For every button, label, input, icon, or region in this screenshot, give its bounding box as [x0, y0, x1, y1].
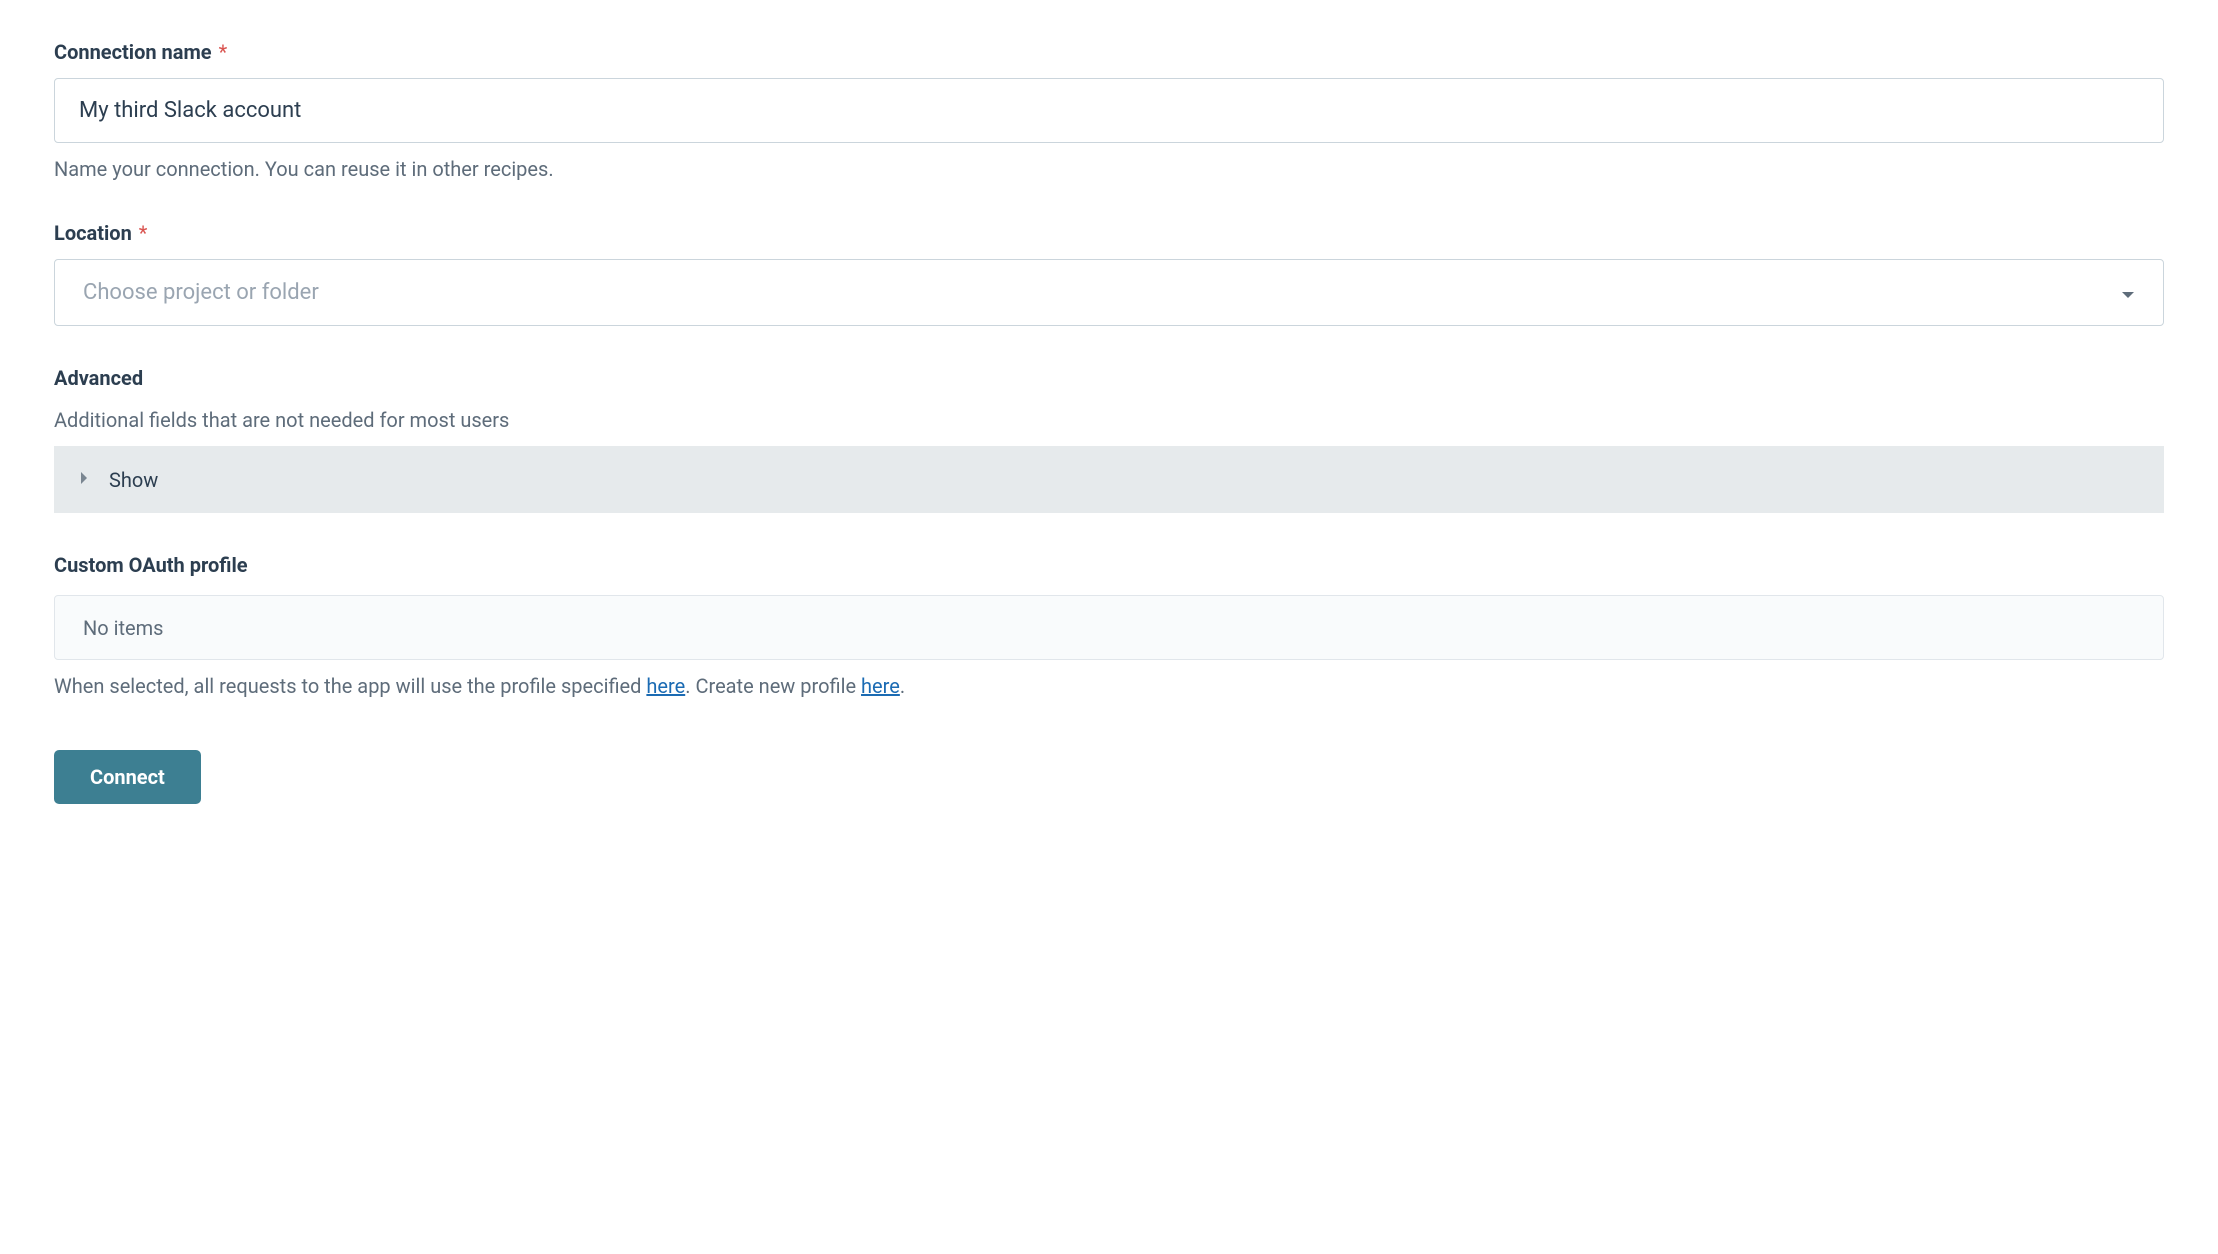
connection-name-group: Connection name * Name your connection. … [54, 40, 2164, 181]
chevron-down-icon [2121, 280, 2135, 305]
connection-name-label-text: Connection name [54, 40, 212, 64]
connection-name-help: Name your connection. You can reuse it i… [54, 157, 2164, 181]
location-select-wrapper: Choose project or folder [54, 259, 2164, 326]
oauth-create-profile-link[interactable]: here [861, 674, 900, 698]
oauth-help: When selected, all requests to the app w… [54, 674, 2164, 698]
location-select[interactable]: Choose project or folder [54, 259, 2164, 326]
oauth-value: No items [83, 616, 164, 640]
oauth-help-mid: . Create new profile [685, 674, 861, 698]
advanced-show-toggle[interactable]: Show [54, 446, 2164, 513]
advanced-desc: Additional fields that are not needed fo… [54, 408, 2164, 432]
location-group: Location * Choose project or folder [54, 221, 2164, 326]
chevron-right-icon [80, 471, 89, 489]
connection-name-label: Connection name * [54, 40, 2164, 64]
connect-button[interactable]: Connect [54, 750, 201, 804]
oauth-help-prefix: When selected, all requests to the app w… [54, 674, 646, 698]
location-label-text: Location [54, 221, 132, 245]
advanced-label: Advanced [54, 366, 2164, 390]
advanced-toggle-text: Show [109, 468, 158, 492]
oauth-help-suffix: . [900, 674, 905, 698]
required-star-icon: * [139, 221, 148, 245]
oauth-label: Custom OAuth profile [54, 553, 2164, 577]
location-placeholder: Choose project or folder [83, 280, 319, 305]
connection-name-input[interactable] [54, 78, 2164, 143]
location-label: Location * [54, 221, 2164, 245]
required-star-icon: * [219, 40, 228, 64]
oauth-profile-link[interactable]: here [646, 674, 685, 698]
oauth-group: Custom OAuth profile No items When selec… [54, 553, 2164, 698]
oauth-select[interactable]: No items [54, 595, 2164, 660]
advanced-section: Advanced Additional fields that are not … [54, 366, 2164, 513]
